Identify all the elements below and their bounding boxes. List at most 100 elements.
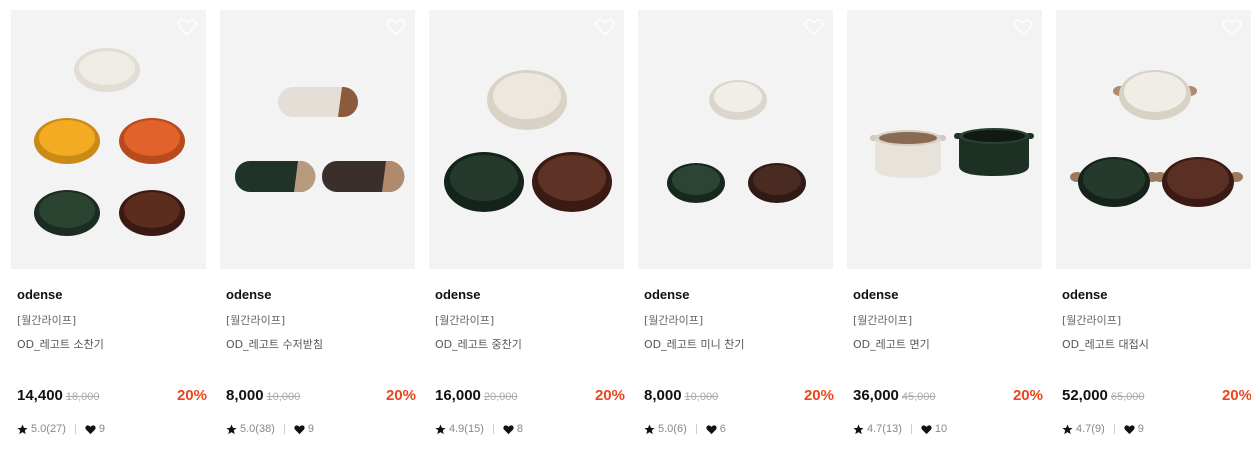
rating-text: 4.7(9) (1076, 423, 1105, 435)
original-price: 10,000 (266, 391, 301, 403)
price-row: 8,000 10,000 20% (644, 387, 834, 407)
product-card[interactable]: odense [월간라이프] OD_레고트 미니 찬기 8,000 10,000 … (638, 10, 834, 450)
sale-price: 14,400 (17, 387, 63, 404)
discount-rate: 20% (1221, 387, 1251, 404)
discount-rate: 20% (385, 387, 416, 404)
product-photo (1070, 70, 1243, 207)
product-image[interactable] (638, 10, 833, 269)
product-image[interactable] (1056, 10, 1251, 269)
likes-count: 8 (516, 423, 523, 435)
sale-price: 52,000 (1062, 387, 1108, 404)
discount-rate: 20% (176, 387, 207, 404)
product-card[interactable]: odense [월간라이프] OD_레고트 소찬기 14,400 18,000 2… (11, 10, 207, 450)
product-tag: [월간라이프] (644, 314, 704, 327)
heart-filled-icon (1124, 424, 1135, 434)
star-icon (853, 423, 864, 434)
product-photo (235, 87, 405, 192)
product-meta: 5.0(38) 9 (226, 422, 314, 436)
brand-name: odense (435, 287, 481, 302)
product-image[interactable] (847, 10, 1042, 269)
product-card[interactable]: odense [월간라이프] OD_레고트 수저받침 8,000 10,000 2… (220, 10, 416, 450)
discount-rate: 20% (1012, 387, 1043, 404)
product-meta: 4.7(13) 10 (853, 422, 947, 436)
wishlist-heart-icon[interactable] (1222, 18, 1242, 36)
star-icon (226, 423, 237, 434)
product-tag: [월간라이프] (853, 314, 913, 327)
rating-text: 5.0(6) (658, 423, 687, 435)
brand-name: odense (853, 287, 899, 302)
product-name[interactable]: OD_레고트 중찬기 (435, 336, 522, 352)
star-icon (17, 423, 28, 434)
product-card[interactable]: odense [월간라이프] OD_레고트 대접시 52,000 65,000 2… (1056, 10, 1251, 450)
product-card[interactable]: odense [월간라이프] OD_레고트 면기 36,000 45,000 20… (847, 10, 1043, 450)
rating-text: 4.7(13) (867, 423, 902, 435)
meta-divider (910, 424, 912, 434)
wishlist-heart-icon[interactable] (595, 18, 615, 36)
product-name[interactable]: OD_레고트 수저받침 (226, 336, 323, 352)
heart-filled-icon (85, 424, 96, 434)
brand-name: odense (226, 287, 272, 302)
wishlist-heart-icon[interactable] (1013, 18, 1033, 36)
product-photo (667, 80, 806, 203)
meta-divider (1113, 424, 1115, 434)
product-photo (34, 48, 185, 236)
sale-price: 8,000 (644, 387, 682, 404)
price-row: 8,000 10,000 20% (226, 387, 416, 407)
price-row: 14,400 18,000 20% (17, 387, 207, 407)
product-meta: 4.9(15) 8 (435, 422, 523, 436)
brand-name: odense (1062, 287, 1108, 302)
discount-rate: 20% (803, 387, 834, 404)
heart-filled-icon (294, 424, 305, 434)
wishlist-heart-icon[interactable] (386, 18, 406, 36)
product-tag: [월간라이프] (226, 314, 286, 327)
likes-count: 10 (934, 423, 948, 435)
heart-filled-icon (921, 424, 932, 434)
product-tag: [월간라이프] (1062, 314, 1122, 327)
price-row: 16,000 20,000 20% (435, 387, 625, 407)
original-price: 18,000 (65, 391, 100, 403)
sale-price: 8,000 (226, 387, 264, 404)
rating-text: 5.0(38) (240, 423, 275, 435)
brand-name: odense (17, 287, 63, 302)
sale-price: 16,000 (435, 387, 481, 404)
star-icon (644, 423, 655, 434)
discount-rate: 20% (594, 387, 625, 404)
product-meta: 5.0(27) 9 (17, 422, 105, 436)
product-name[interactable]: OD_레고트 대접시 (1062, 336, 1149, 352)
meta-divider (283, 424, 285, 434)
price-row: 36,000 45,000 20% (853, 387, 1043, 407)
rating-text: 4.9(15) (449, 423, 484, 435)
brand-name: odense (644, 287, 690, 302)
original-price: 65,000 (1110, 391, 1145, 403)
product-photo (870, 128, 1034, 178)
likes-count: 9 (98, 423, 105, 435)
product-tag: [월간라이프] (17, 314, 77, 327)
wishlist-heart-icon[interactable] (804, 18, 824, 36)
rating-text: 5.0(27) (31, 423, 66, 435)
star-icon (435, 423, 446, 434)
product-image[interactable] (11, 10, 206, 269)
heart-filled-icon (503, 424, 514, 434)
product-name[interactable]: OD_레고트 미니 찬기 (644, 336, 744, 352)
meta-divider (74, 424, 76, 434)
original-price: 45,000 (901, 391, 936, 403)
product-tag: [월간라이프] (435, 314, 495, 327)
product-name[interactable]: OD_레고트 소찬기 (17, 336, 104, 352)
product-image[interactable] (220, 10, 415, 269)
original-price: 20,000 (483, 391, 518, 403)
product-name[interactable]: OD_레고트 면기 (853, 336, 930, 352)
product-image[interactable] (429, 10, 624, 269)
meta-divider (695, 424, 697, 434)
product-meta: 4.7(9) 9 (1062, 422, 1144, 436)
likes-count: 9 (307, 423, 314, 435)
meta-divider (492, 424, 494, 434)
product-card[interactable]: odense [월간라이프] OD_레고트 중찬기 16,000 20,000 2… (429, 10, 625, 450)
likes-count: 6 (719, 423, 726, 435)
product-meta: 5.0(6) 6 (644, 422, 726, 436)
price-row: 52,000 65,000 20% (1062, 387, 1251, 407)
star-icon (1062, 423, 1073, 434)
heart-filled-icon (706, 424, 717, 434)
wishlist-heart-icon[interactable] (177, 18, 197, 36)
product-photo (444, 70, 612, 212)
product-grid: odense [월간라이프] OD_레고트 소찬기 14,400 18,000 2… (0, 0, 1251, 460)
